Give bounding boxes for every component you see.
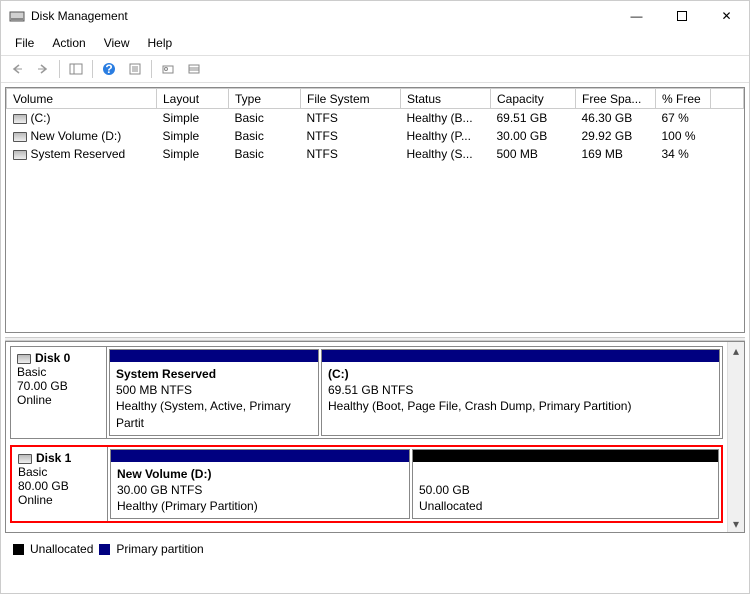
partition-new-volume-d[interactable]: New Volume (D:) 30.00 GB NTFS Healthy (P… — [110, 449, 410, 520]
toolbar: ? — [1, 55, 749, 83]
app-icon — [9, 8, 25, 24]
svg-text:?: ? — [105, 62, 112, 76]
col-pfree[interactable]: % Free — [656, 89, 711, 109]
window-title: Disk Management — [31, 9, 614, 23]
partition-color-bar — [110, 350, 318, 362]
volume-list-pane[interactable]: Volume Layout Type File System Status Ca… — [5, 87, 745, 333]
menu-action[interactable]: Action — [44, 34, 93, 52]
menu-file[interactable]: File — [7, 34, 42, 52]
legend: Unallocated Primary partition — [5, 537, 745, 561]
legend-swatch-primary — [99, 544, 110, 555]
col-blank[interactable] — [711, 89, 744, 109]
minimize-button[interactable]: — — [614, 2, 659, 30]
col-fs[interactable]: File System — [301, 89, 401, 109]
forward-button[interactable] — [31, 58, 55, 80]
volume-row[interactable]: (C:) Simple Basic NTFS Healthy (B... 69.… — [7, 109, 744, 128]
scroll-down-icon[interactable]: ▾ — [728, 515, 744, 532]
col-status[interactable]: Status — [401, 89, 491, 109]
back-button[interactable] — [5, 58, 29, 80]
graphical-pane: Disk 0 Basic 70.00 GB Online System Rese… — [5, 341, 745, 533]
volume-icon — [13, 114, 27, 124]
partition-color-bar — [111, 450, 409, 462]
col-capacity[interactable]: Capacity — [491, 89, 576, 109]
disk-row-0[interactable]: Disk 0 Basic 70.00 GB Online System Rese… — [10, 346, 723, 439]
volume-icon — [13, 150, 27, 160]
vertical-scrollbar[interactable]: ▴ ▾ — [727, 342, 744, 532]
partition-unallocated[interactable]: 50.00 GB Unallocated — [412, 449, 719, 520]
menubar: File Action View Help — [1, 31, 749, 55]
col-free[interactable]: Free Spa... — [576, 89, 656, 109]
menu-view[interactable]: View — [96, 34, 138, 52]
legend-label: Primary partition — [116, 542, 203, 556]
volume-row[interactable]: New Volume (D:) Simple Basic NTFS Health… — [7, 127, 744, 145]
show-hide-console-tree-button[interactable] — [64, 58, 88, 80]
partition-color-bar — [322, 350, 719, 362]
volume-table: Volume Layout Type File System Status Ca… — [6, 88, 744, 163]
volume-row[interactable]: System Reserved Simple Basic NTFS Health… — [7, 145, 744, 163]
list-view-button[interactable] — [182, 58, 206, 80]
help-button[interactable]: ? — [97, 58, 121, 80]
properties-button[interactable] — [123, 58, 147, 80]
volume-icon — [13, 132, 27, 142]
menu-help[interactable]: Help — [140, 34, 181, 52]
scroll-up-icon[interactable]: ▴ — [728, 342, 744, 359]
partition-color-bar — [413, 450, 718, 462]
col-volume[interactable]: Volume — [7, 89, 157, 109]
maximize-button[interactable] — [659, 2, 704, 30]
legend-label: Unallocated — [30, 542, 93, 556]
disk-icon — [18, 454, 32, 464]
disk-row-1[interactable]: Disk 1 Basic 80.00 GB Online New Volume … — [10, 445, 723, 524]
refresh-button[interactable] — [156, 58, 180, 80]
legend-swatch-unallocated — [13, 544, 24, 555]
partition-c[interactable]: (C:) 69.51 GB NTFS Healthy (Boot, Page F… — [321, 349, 720, 436]
disk-icon — [17, 354, 31, 364]
col-layout[interactable]: Layout — [157, 89, 229, 109]
toolbar-sep — [59, 60, 60, 78]
col-type[interactable]: Type — [229, 89, 301, 109]
disk-header[interactable]: Disk 0 Basic 70.00 GB Online — [11, 347, 107, 438]
close-button[interactable]: ✕ — [704, 2, 749, 30]
disk-header[interactable]: Disk 1 Basic 80.00 GB Online — [12, 447, 108, 522]
titlebar: Disk Management — ✕ — [1, 1, 749, 31]
toolbar-sep — [92, 60, 93, 78]
partition-system-reserved[interactable]: System Reserved 500 MB NTFS Healthy (Sys… — [109, 349, 319, 436]
toolbar-sep — [151, 60, 152, 78]
